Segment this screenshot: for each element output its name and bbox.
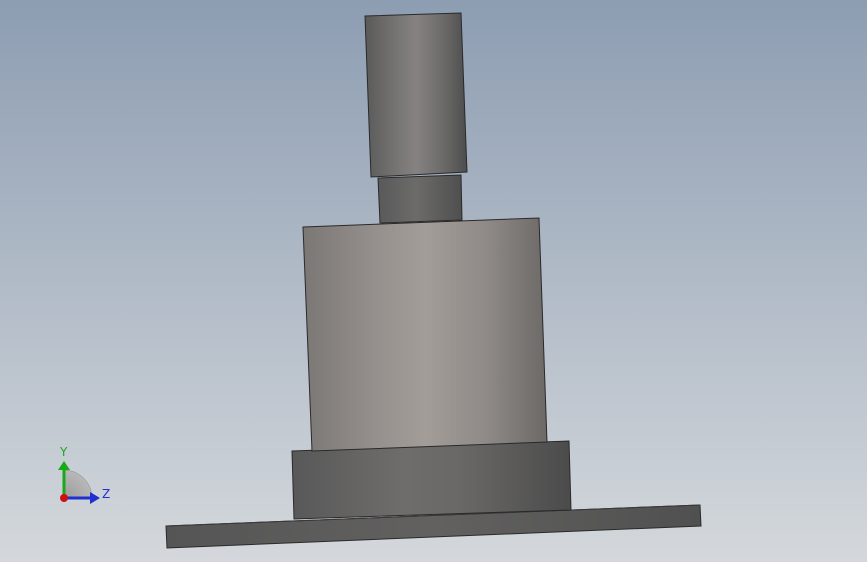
- base-ring[interactable]: [291, 440, 572, 520]
- 3d-model-view[interactable]: Y Z: [0, 0, 867, 562]
- z-axis-label: Z: [102, 487, 110, 501]
- top-shaft[interactable]: [364, 12, 468, 178]
- x-axis-dot-icon: [60, 494, 68, 502]
- main-cylinder[interactable]: [302, 217, 548, 452]
- y-axis-label: Y: [59, 445, 68, 459]
- graphics-viewport[interactable]: Y Z: [0, 0, 867, 562]
- neck[interactable]: [377, 174, 463, 224]
